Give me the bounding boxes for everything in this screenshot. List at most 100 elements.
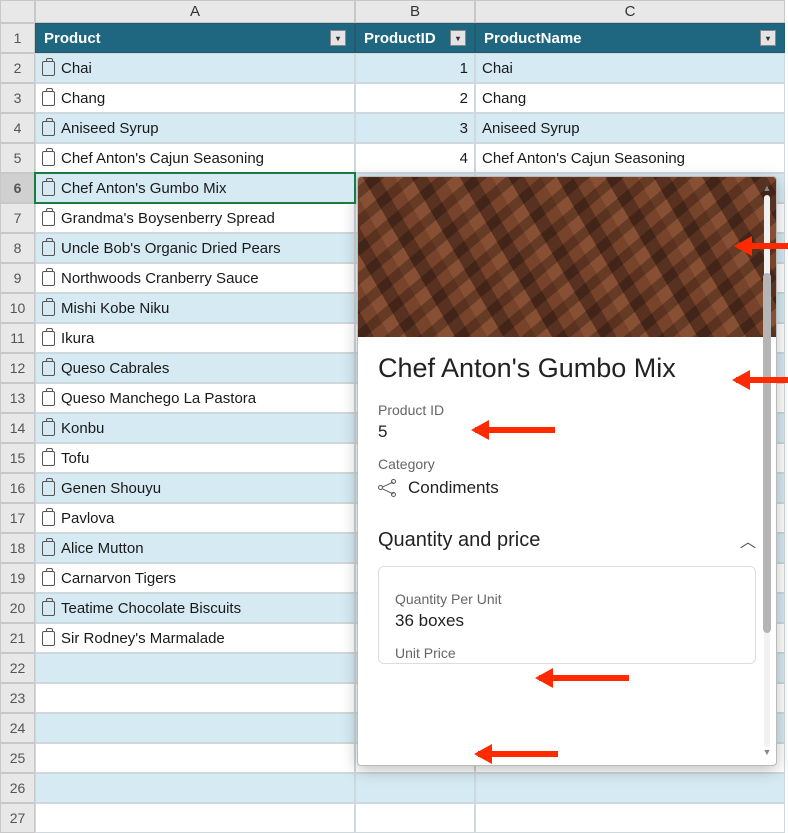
cell-product[interactable]: Chang [35, 83, 355, 113]
cell-productid[interactable]: 1 [355, 53, 475, 83]
cell-product[interactable]: Uncle Bob's Organic Dried Pears [35, 233, 355, 263]
data-type-icon [42, 91, 55, 106]
cell-productid[interactable] [355, 803, 475, 833]
cell-product[interactable] [35, 653, 355, 683]
cell-product[interactable]: Konbu [35, 413, 355, 443]
chevron-up-icon: ︿ [740, 528, 756, 552]
cell-productname[interactable]: Aniseed Syrup [475, 113, 785, 143]
annotation-arrow [478, 751, 558, 757]
cell-text: Sir Rodney's Marmalade [61, 630, 225, 647]
row-header[interactable]: 25 [0, 743, 35, 773]
cell-product[interactable]: Teatime Chocolate Biscuits [35, 593, 355, 623]
cell-product[interactable]: Queso Cabrales [35, 353, 355, 383]
row-header[interactable]: 5 [0, 143, 35, 173]
cell-product[interactable]: Ikura [35, 323, 355, 353]
column-header-B[interactable]: B [355, 0, 475, 23]
table-header-productName[interactable]: ProductName▾ [475, 23, 785, 53]
row-header[interactable]: 20 [0, 593, 35, 623]
cell-productid[interactable]: 4 [355, 143, 475, 173]
row-header[interactable]: 8 [0, 233, 35, 263]
cell-productname[interactable]: Chang [475, 83, 785, 113]
cell-product[interactable] [35, 683, 355, 713]
cell-product[interactable] [35, 713, 355, 743]
cell-product[interactable]: Grandma's Boysenberry Spread [35, 203, 355, 233]
row-header[interactable]: 27 [0, 803, 35, 833]
cell-product[interactable]: Tofu [35, 443, 355, 473]
row-header[interactable]: 21 [0, 623, 35, 653]
scrollbar-thumb[interactable] [763, 273, 771, 633]
filter-dropdown-icon[interactable]: ▾ [450, 30, 466, 46]
cell-product[interactable]: Genen Shouyu [35, 473, 355, 503]
row-header[interactable]: 2 [0, 53, 35, 83]
row-header[interactable]: 13 [0, 383, 35, 413]
cell-text: Uncle Bob's Organic Dried Pears [61, 240, 281, 257]
annotation-arrow [539, 675, 629, 681]
column-header-A[interactable]: A [35, 0, 355, 23]
cell-productname[interactable] [475, 773, 785, 803]
row-header[interactable]: 3 [0, 83, 35, 113]
row-header[interactable]: 1 [0, 23, 35, 53]
table-header-product[interactable]: Product ▾ [35, 23, 355, 53]
cell-productid[interactable] [355, 773, 475, 803]
cell-productname[interactable] [475, 803, 785, 833]
card-scrollbar[interactable]: ▲ ▼ [760, 183, 774, 759]
section-header-qp[interactable]: Quantity and price ︿ [378, 522, 756, 552]
row-header[interactable]: 11 [0, 323, 35, 353]
row-header[interactable]: 9 [0, 263, 35, 293]
cell-product[interactable]: Alice Mutton [35, 533, 355, 563]
cell-product[interactable]: Aniseed Syrup [35, 113, 355, 143]
row-header[interactable]: 18 [0, 533, 35, 563]
data-type-icon [42, 451, 55, 466]
row-header[interactable]: 19 [0, 563, 35, 593]
row-header[interactable]: 14 [0, 413, 35, 443]
cell-product[interactable]: Chai [35, 53, 355, 83]
table-header-productId[interactable]: ProductID▾ [355, 23, 475, 53]
row-header[interactable]: 6 [0, 173, 35, 203]
row-header[interactable]: 22 [0, 653, 35, 683]
data-type-icon [42, 331, 55, 346]
cell-product[interactable]: Pavlova [35, 503, 355, 533]
unit-price-label: Unit Price [395, 645, 739, 661]
row-header[interactable]: 23 [0, 683, 35, 713]
scroll-up-icon[interactable]: ▲ [760, 183, 774, 195]
section-title: Quantity and price [378, 529, 540, 552]
cell-product[interactable] [35, 773, 355, 803]
filter-dropdown-icon[interactable]: ▾ [760, 30, 776, 46]
cell-product[interactable]: Mishi Kobe Niku [35, 293, 355, 323]
cell-text: Chang [61, 90, 105, 107]
cell-productname[interactable]: Chai [475, 53, 785, 83]
product-id-value: 5 [378, 422, 756, 442]
cell-product[interactable] [35, 743, 355, 773]
row-header[interactable]: 4 [0, 113, 35, 143]
data-type-icon [42, 391, 55, 406]
cell-product[interactable]: Chef Anton's Gumbo Mix [35, 173, 355, 203]
category-label: Category [378, 456, 756, 472]
cell-productname[interactable]: Chef Anton's Cajun Seasoning [475, 143, 785, 173]
row-header[interactable]: 26 [0, 773, 35, 803]
row-header[interactable]: 15 [0, 443, 35, 473]
cell-text: Grandma's Boysenberry Spread [61, 210, 275, 227]
row-header[interactable]: 7 [0, 203, 35, 233]
select-all-corner[interactable] [0, 0, 35, 23]
cell-productid[interactable]: 3 [355, 113, 475, 143]
cell-productid[interactable]: 2 [355, 83, 475, 113]
row-header[interactable]: 17 [0, 503, 35, 533]
row-header[interactable]: 10 [0, 293, 35, 323]
header-label: Product [44, 30, 101, 47]
cell-product[interactable]: Northwoods Cranberry Sauce [35, 263, 355, 293]
row-header[interactable]: 24 [0, 713, 35, 743]
cell-product[interactable]: Chef Anton's Cajun Seasoning [35, 143, 355, 173]
row-header[interactable]: 16 [0, 473, 35, 503]
cell-product[interactable]: Sir Rodney's Marmalade [35, 623, 355, 653]
column-header-C[interactable]: C [475, 0, 785, 23]
scroll-down-icon[interactable]: ▼ [760, 747, 774, 759]
data-type-icon [42, 511, 55, 526]
row-header[interactable]: 12 [0, 353, 35, 383]
cell-product[interactable]: Queso Manchego La Pastora [35, 383, 355, 413]
cell-product[interactable]: Carnarvon Tigers [35, 563, 355, 593]
cell-product[interactable] [35, 803, 355, 833]
product-id-label: Product ID [378, 402, 756, 418]
filter-dropdown-icon[interactable]: ▾ [330, 30, 346, 46]
cell-text: Northwoods Cranberry Sauce [61, 270, 259, 287]
card-title: Chef Anton's Gumbo Mix [378, 353, 756, 384]
